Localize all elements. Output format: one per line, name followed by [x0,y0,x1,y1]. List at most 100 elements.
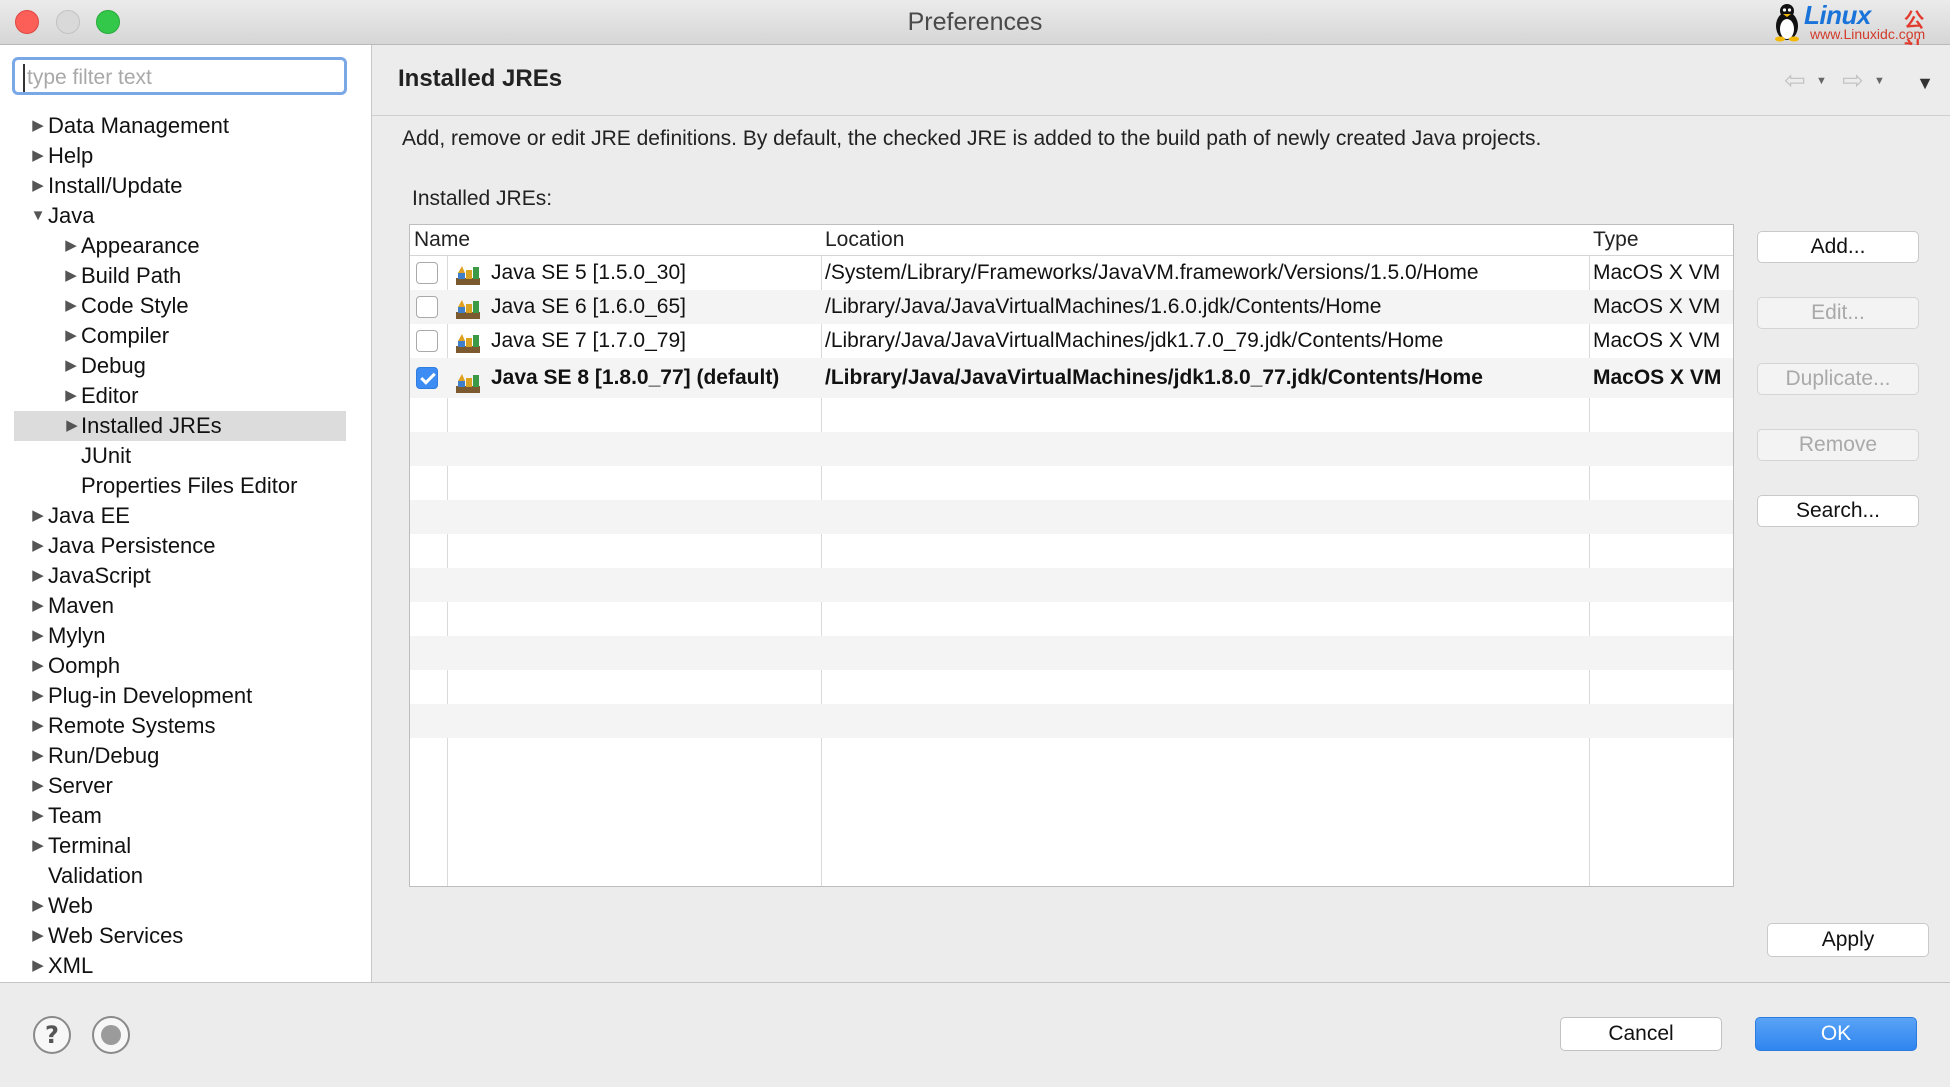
sidebar-item-debug[interactable]: ▶ Debug [0,351,371,381]
sidebar-item-label: Remote Systems [48,713,216,738]
sidebar-item-javascript[interactable]: ▶ JavaScript [0,561,371,591]
search-button[interactable]: Search... [1757,495,1919,527]
jre-name: Java SE 8 [1.8.0_77] (default) [491,366,780,389]
title-separator [372,115,1950,116]
sidebar-item-junit[interactable]: ▶JUnit [0,441,371,471]
expanded-arrow-icon[interactable]: ▼ [29,201,47,231]
sidebar-item-java-persistence[interactable]: ▶ Java Persistence [0,531,371,561]
collapsed-arrow-icon[interactable]: ▶ [29,171,47,201]
jre-type: MacOS X VM [1593,261,1721,284]
jre-checkbox[interactable] [416,330,438,352]
collapsed-arrow-icon[interactable]: ▶ [29,651,47,681]
sidebar-item-team[interactable]: ▶ Team [0,801,371,831]
collapsed-arrow-icon[interactable]: ▶ [62,381,80,411]
filter-field[interactable] [12,57,347,95]
sidebar-item-properties-files-editor[interactable]: ▶Properties Files Editor [0,471,371,501]
penguin-icon [1775,4,1799,42]
collapsed-arrow-icon[interactable]: ▶ [29,501,47,531]
table-row[interactable]: Java SE 6 [1.6.0_65] /Library/Java/JavaVi… [410,290,1733,324]
collapsed-arrow-icon[interactable]: ▶ [29,801,47,831]
collapsed-arrow-icon[interactable]: ▶ [29,531,47,561]
collapsed-arrow-icon[interactable]: ▶ [63,411,81,441]
collapsed-arrow-icon[interactable]: ▶ [29,141,47,171]
collapsed-arrow-icon[interactable]: ▶ [62,351,80,381]
sidebar-item-compiler[interactable]: ▶ Compiler [0,321,371,351]
sidebar-item-label: Mylyn [48,623,106,648]
ok-button[interactable]: OK [1755,1017,1917,1051]
sidebar-item-label: Appearance [81,233,200,258]
sidebar-item-validation[interactable]: ▶Validation [0,861,371,891]
collapsed-arrow-icon[interactable]: ▶ [29,741,47,771]
column-header-location[interactable]: Location [821,225,1589,255]
collapsed-arrow-icon[interactable]: ▶ [62,231,80,261]
table-row[interactable]: Java SE 8 [1.8.0_77] (default) /Library/J… [410,358,1733,398]
sidebar-item-plug-in-development[interactable]: ▶ Plug-in Development [0,681,371,711]
sidebar-item-run-debug[interactable]: ▶ Run/Debug [0,741,371,771]
column-header-name[interactable]: Name [410,225,821,255]
collapsed-arrow-icon[interactable]: ▶ [29,621,47,651]
sidebar-item-installed-jres[interactable]: ▶ Installed JREs [14,411,346,441]
sidebar-item-oomph[interactable]: ▶ Oomph [0,651,371,681]
jre-location: /Library/Java/JavaVirtualMachines/jdk1.7… [825,329,1444,352]
forward-history-dropdown-icon[interactable]: ▼ [1874,75,1885,87]
remove-button[interactable]: Remove [1757,429,1919,461]
table-row[interactable]: Java SE 5 [1.5.0_30] /System/Library/Fram… [410,256,1733,290]
collapsed-arrow-icon[interactable]: ▶ [29,951,47,981]
sidebar-item-terminal[interactable]: ▶ Terminal [0,831,371,861]
page-navigation: ⇦ ▼ ⇨ ▼ ▼ [1784,67,1934,97]
forward-arrow-icon[interactable]: ⇨ [1842,67,1864,93]
sidebar-item-maven[interactable]: ▶ Maven [0,591,371,621]
installed-jres-label: Installed JREs: [412,187,553,210]
back-arrow-icon[interactable]: ⇦ [1784,67,1806,93]
collapsed-arrow-icon[interactable]: ▶ [29,831,47,861]
jre-checkbox[interactable] [416,367,438,389]
collapsed-arrow-icon[interactable]: ▶ [29,921,47,951]
sidebar-item-server[interactable]: ▶ Server [0,771,371,801]
table-row[interactable]: Java SE 7 [1.7.0_79] /Library/Java/JavaVi… [410,324,1733,358]
sidebar-item-mylyn[interactable]: ▶ Mylyn [0,621,371,651]
sidebar-item-web[interactable]: ▶ Web [0,891,371,921]
sidebar-item-label: Team [48,803,102,828]
collapsed-arrow-icon[interactable]: ▶ [29,561,47,591]
collapsed-arrow-icon[interactable]: ▶ [29,891,47,921]
stop-icon[interactable] [91,1015,131,1055]
sidebar-item-label: Debug [81,353,146,378]
filter-input[interactable] [23,64,339,92]
edit-button[interactable]: Edit... [1757,297,1919,329]
sidebar-item-build-path[interactable]: ▶ Build Path [0,261,371,291]
sidebar-item-xml[interactable]: ▶ XML [0,951,371,981]
sidebar-item-web-services[interactable]: ▶ Web Services [0,921,371,951]
duplicate-button[interactable]: Duplicate... [1757,363,1919,395]
jre-checkbox[interactable] [416,296,438,318]
column-header-type[interactable]: Type [1589,225,1733,255]
sidebar-item-java[interactable]: ▼ Java [0,201,371,231]
sidebar-item-label: JUnit [81,443,132,468]
collapsed-arrow-icon[interactable]: ▶ [29,711,47,741]
cancel-button[interactable]: Cancel [1560,1017,1722,1051]
collapsed-arrow-icon[interactable]: ▶ [29,111,47,141]
collapsed-arrow-icon[interactable]: ▶ [62,291,80,321]
sidebar-item-code-style[interactable]: ▶ Code Style [0,291,371,321]
jre-checkbox[interactable] [416,262,438,284]
collapsed-arrow-icon[interactable]: ▶ [62,321,80,351]
sidebar-item-help[interactable]: ▶ Help [0,141,371,171]
jre-name: Java SE 6 [1.6.0_65] [491,295,686,318]
sidebar-item-editor[interactable]: ▶ Editor [0,381,371,411]
sidebar-item-label: Terminal [48,833,132,858]
collapsed-arrow-icon[interactable]: ▶ [29,771,47,801]
sidebar-item-java-ee[interactable]: ▶ Java EE [0,501,371,531]
sidebar-item-data-management[interactable]: ▶ Data Management [0,111,371,141]
collapsed-arrow-icon[interactable]: ▶ [29,591,47,621]
sidebar-item-label: Run/Debug [48,743,160,768]
collapsed-arrow-icon[interactable]: ▶ [29,681,47,711]
add-button[interactable]: Add... [1757,231,1919,263]
sidebar-item-appearance[interactable]: ▶ Appearance [0,231,371,261]
apply-button[interactable]: Apply [1767,923,1929,957]
help-icon[interactable]: ? [32,1015,72,1055]
sidebar-item-install-update[interactable]: ▶ Install/Update [0,171,371,201]
back-history-dropdown-icon[interactable]: ▼ [1816,75,1827,87]
collapsed-arrow-icon[interactable]: ▶ [62,261,80,291]
sidebar-item-remote-systems[interactable]: ▶ Remote Systems [0,711,371,741]
view-menu-icon[interactable]: ▼ [1916,73,1934,94]
jre-library-icon [454,297,482,319]
